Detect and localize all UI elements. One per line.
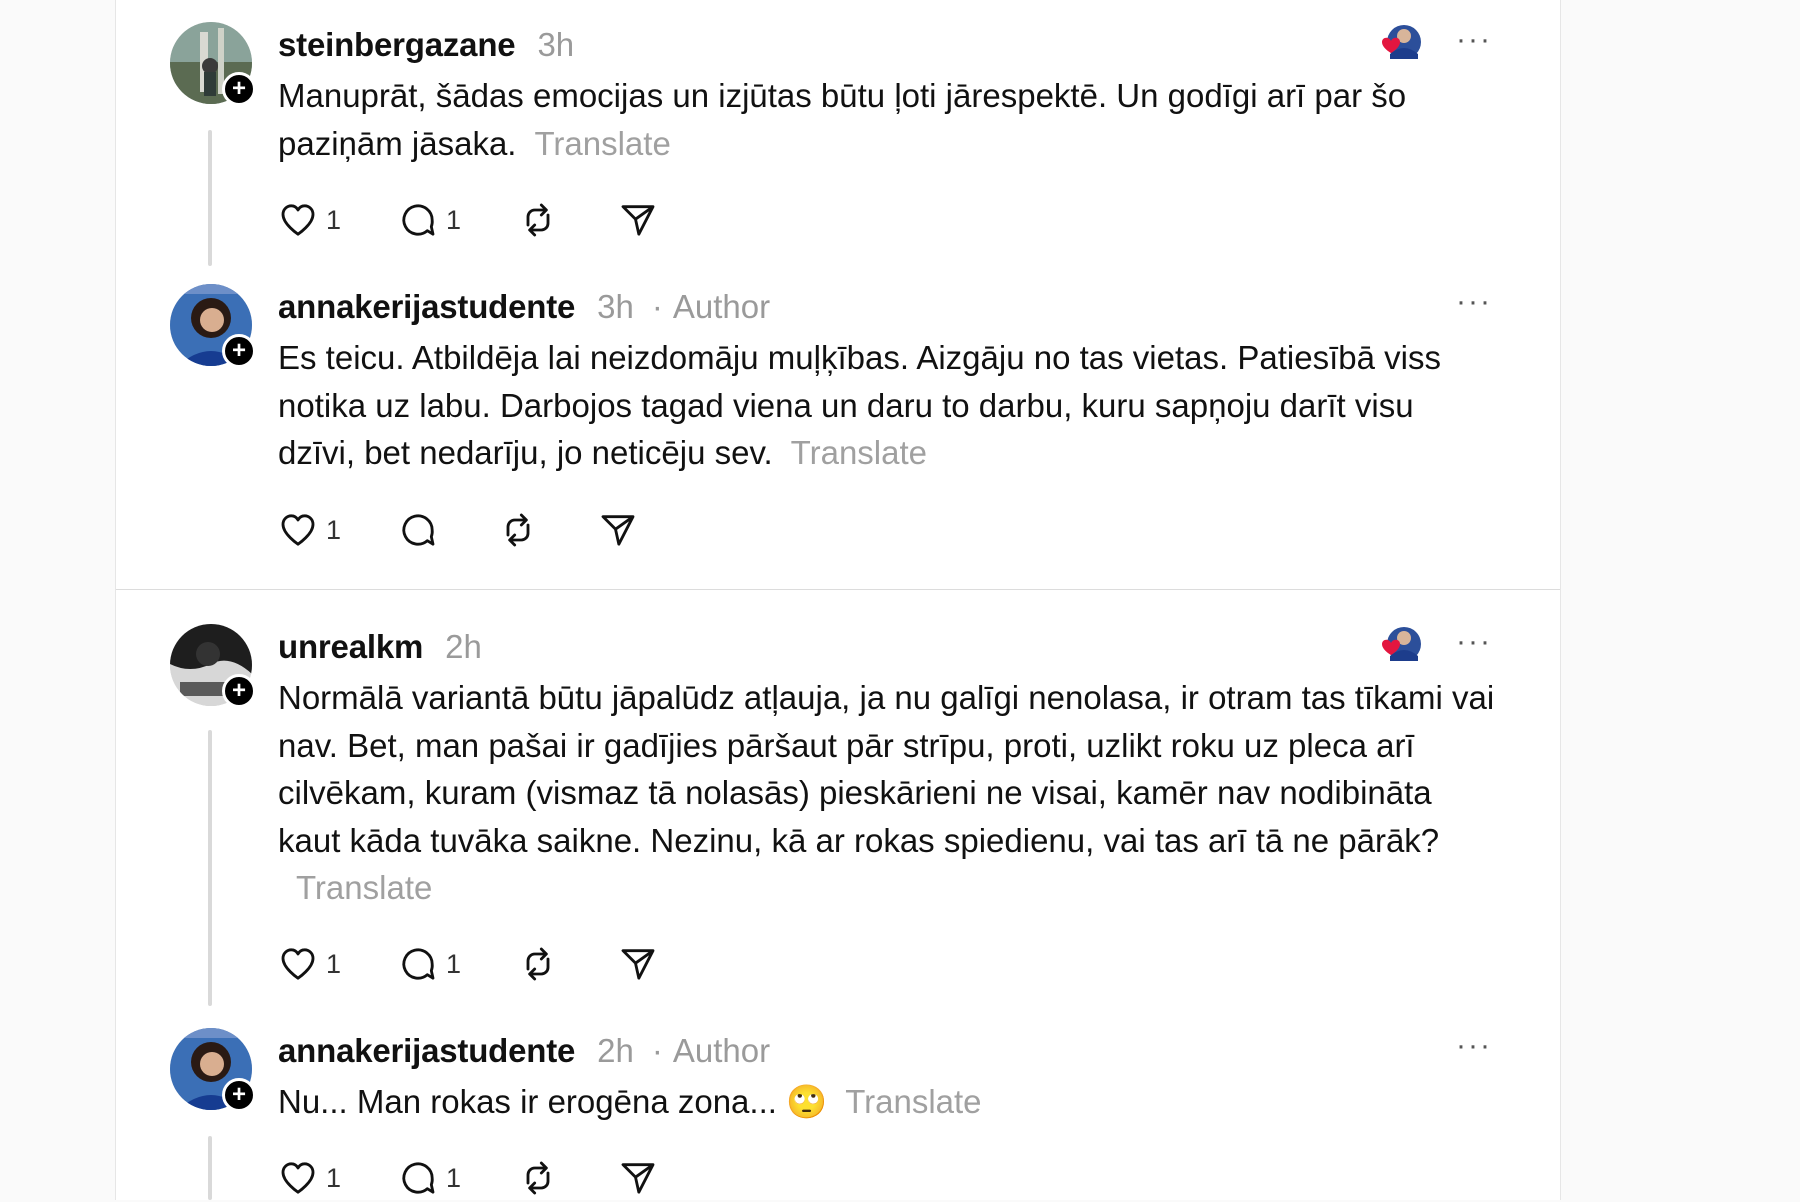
avatar[interactable]: + [170,624,256,710]
post-text: Manuprāt, šādas emocijas un izjūtas būtu… [278,72,1498,167]
reply-button[interactable]: 1 [398,940,518,988]
repost-icon [526,1161,550,1195]
post-text: Normālā variantā būtu jāpalūdz atļauja, … [278,674,1498,912]
liked-by-author-icon [1374,624,1424,666]
thread-line [208,130,212,266]
reply-count: 1 [446,204,462,235]
separator-dot: · [651,288,663,325]
repost-button[interactable] [498,506,598,554]
more-options-icon[interactable]: ··· [1454,1031,1494,1066]
more-options-icon[interactable]: ··· [1454,25,1494,60]
reply-count: 1 [446,1162,462,1193]
action-bar: 1 1 [278,1154,678,1202]
avatar[interactable]: + [170,284,256,370]
comment-icon [402,514,435,546]
like-button[interactable]: 1 [278,196,398,244]
thread-line [208,1136,212,1200]
follow-plus-icon[interactable]: + [222,72,256,106]
like-count: 1 [326,1162,342,1193]
share-button[interactable] [598,506,658,554]
repost-icon [526,947,550,981]
post-text-content: Normālā variantā būtu jāpalūdz atļauja, … [278,679,1495,859]
more-options-icon[interactable]: ··· [1454,627,1494,662]
share-button[interactable] [618,940,678,988]
like-count: 1 [326,514,342,545]
post-text-content: Nu... Man rokas ir erogēna zona... 🙄 [278,1083,828,1120]
repost-icon [506,513,530,547]
author-label: Author [672,288,771,325]
action-bar: 1 [278,506,658,554]
repost-icon [526,203,550,237]
timestamp[interactable]: 3h [537,26,574,64]
post-text: Es teicu. Atbildēja lai neizdomāju muļķī… [278,334,1498,477]
comment-icon [402,948,435,980]
like-button[interactable]: 1 [278,1154,398,1202]
username[interactable]: annakerijastudente [278,288,575,326]
share-icon [601,515,635,546]
timestamp[interactable]: 3h [597,288,634,326]
follow-plus-icon[interactable]: + [222,334,256,368]
thread-line [208,730,212,1006]
post-text-content: Manuprāt, šādas emocijas un izjūtas būtu… [278,77,1407,162]
username[interactable]: unrealkm [278,628,423,666]
username[interactable]: annakerijastudente [278,1032,575,1070]
comment-icon [402,204,435,236]
translate-link[interactable]: Translate [791,434,927,471]
heart-icon [281,204,315,236]
translate-link[interactable]: Translate [534,125,670,162]
timestamp[interactable]: 2h [445,628,482,666]
author-label: Author [672,1032,771,1069]
share-icon [621,205,655,236]
share-button[interactable] [618,1154,678,1202]
post-header: annakerijastudente 2h · Author [278,1028,770,1074]
reply-button[interactable]: 1 [398,196,518,244]
post-header: annakerijastudente 3h · Author [278,284,770,330]
repost-button[interactable] [518,196,618,244]
share-icon [621,949,655,980]
reply-button[interactable]: 1 [398,1154,518,1202]
repost-button[interactable] [518,1154,618,1202]
action-bar: 1 1 [278,196,678,244]
like-button[interactable]: 1 [278,506,398,554]
liked-by-author-icon [1374,22,1424,64]
like-count: 1 [326,204,342,235]
reply-count: 1 [446,948,462,979]
follow-plus-icon[interactable]: + [222,1078,256,1112]
like-count: 1 [326,948,342,979]
thread-divider [116,589,1560,590]
follow-plus-icon[interactable]: + [222,674,256,708]
thread-column: + steinbergazane 3h ··· Manuprāt, šādas … [115,0,1561,1200]
repost-button[interactable] [518,940,618,988]
share-icon [621,1163,655,1194]
heart-icon [281,1162,315,1194]
timestamp[interactable]: 2h [597,1032,634,1070]
reply-button[interactable] [398,506,498,554]
post-header: unrealkm 2h [278,624,482,670]
separator-dot: · [651,1032,663,1069]
action-bar: 1 1 [278,940,678,988]
post-text: Nu... Man rokas ir erogēna zona... 🙄 Tran… [278,1078,1498,1126]
post-header: steinbergazane 3h [278,22,574,68]
avatar[interactable]: + [170,22,256,108]
comment-icon [402,1162,435,1194]
translate-link[interactable]: Translate [845,1083,981,1120]
more-options-icon[interactable]: ··· [1454,287,1494,322]
like-button[interactable]: 1 [278,940,398,988]
username[interactable]: steinbergazane [278,26,516,64]
heart-icon [281,948,315,980]
translate-link[interactable]: Translate [296,869,432,906]
share-button[interactable] [618,196,678,244]
heart-icon [281,514,315,546]
avatar[interactable]: + [170,1028,256,1114]
